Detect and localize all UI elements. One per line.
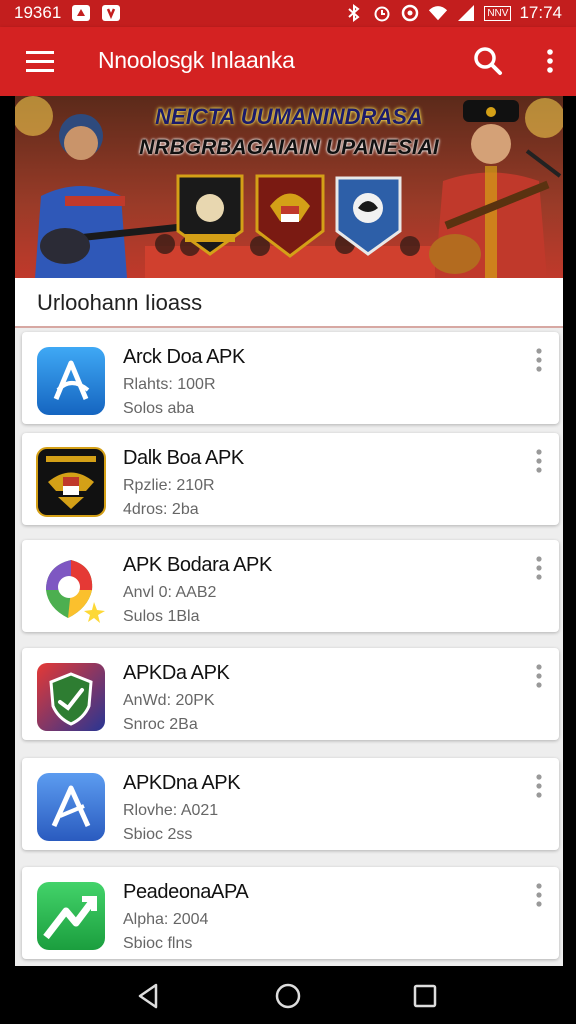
app-size: Sulos 1Bla <box>123 608 200 625</box>
section-title: Urloohann Iioass <box>37 290 203 315</box>
app-meta: Rpzlie: 210R <box>123 477 215 494</box>
card-more-button[interactable] <box>531 552 547 584</box>
alarm-icon <box>372 3 392 23</box>
app-name: Arck Doa APK <box>123 346 245 368</box>
more-vert-icon <box>536 664 542 688</box>
recents-button[interactable] <box>407 978 443 1014</box>
more-vert-icon <box>536 883 542 907</box>
recents-square-icon <box>413 984 437 1008</box>
card-more-button[interactable] <box>531 770 547 802</box>
home-circle-icon <box>275 983 301 1009</box>
app-meta: Rlahts: 100R <box>123 376 216 393</box>
card-more-button[interactable] <box>531 879 547 911</box>
more-options-button[interactable] <box>542 43 558 79</box>
banner-title-line1: NEICTA UUMANINDRASA <box>155 104 423 129</box>
back-button[interactable] <box>130 978 166 1014</box>
blue-a-icon-2 <box>36 772 106 842</box>
app-title: Nnoolosgk Inlaanka <box>98 47 295 73</box>
notification-icon <box>71 3 91 23</box>
banner-title-line2: NRBGRBAGAIAIN UPANESIAI <box>139 136 439 159</box>
signal-icon <box>456 3 476 23</box>
status-bar: 19361 NNV 17:74 <box>0 0 576 27</box>
main-content: NEICTA UUMANINDRASA NRBGRBAGAIAIN UPANES… <box>15 96 563 966</box>
app-size: Sbioc flns <box>123 935 193 952</box>
app-meta: AnWd: 20PK <box>123 692 215 709</box>
status-time-right: 17:74 <box>519 3 562 22</box>
shield-notification-icon <box>101 3 121 23</box>
promo-banner[interactable]: NEICTA UUMANINDRASA NRBGRBAGAIAIN UPANES… <box>15 96 563 278</box>
app-name: Dalk Boa APK <box>123 447 244 469</box>
sync-icon <box>400 3 420 23</box>
menu-button[interactable] <box>22 47 58 77</box>
app-size: Solos aba <box>123 400 195 417</box>
card-more-button[interactable] <box>531 344 547 376</box>
search-icon <box>474 47 502 75</box>
home-button[interactable] <box>270 978 306 1014</box>
app-card[interactable]: APKDa APK AnWd: 20PK Snroc 2Ba <box>22 648 559 740</box>
card-more-button[interactable] <box>531 445 547 477</box>
more-vert-icon <box>547 49 553 73</box>
app-size: Sbioc 2ss <box>123 826 193 843</box>
wifi-icon <box>428 3 448 23</box>
more-vert-icon <box>536 449 542 473</box>
app-meta: Alpha: 2004 <box>123 911 209 928</box>
hamburger-menu-icon <box>26 51 54 72</box>
app-card[interactable]: Arck Doa APK Rlahts: 100R Solos aba <box>22 332 559 424</box>
status-time-left: 19361 <box>14 3 62 22</box>
green-arrow-icon <box>36 881 106 951</box>
colorful-pin-icon <box>36 554 106 624</box>
app-name: APK Bodara APK <box>123 554 272 576</box>
more-vert-icon <box>536 348 542 372</box>
app-bar: Nnoolosgk Inlaanka <box>0 27 576 96</box>
search-button[interactable] <box>470 43 506 79</box>
app-name: PeadeonaAPA <box>123 881 249 903</box>
battery-label: NNV <box>487 7 509 19</box>
blue-a-icon <box>36 346 106 416</box>
garuda-emblem-icon <box>36 447 106 517</box>
bluetooth-icon <box>344 3 364 23</box>
shield-check-icon <box>36 662 106 732</box>
card-more-button[interactable] <box>531 660 547 692</box>
navigation-bar <box>0 966 576 1024</box>
app-name: APKDna APK <box>123 772 241 794</box>
more-vert-icon <box>536 774 542 798</box>
app-meta: Rlovhe: A021 <box>123 802 219 819</box>
more-vert-icon <box>536 556 542 580</box>
app-name: APKDa APK <box>123 662 230 684</box>
back-triangle-icon <box>138 983 158 1009</box>
app-card[interactable]: APKDna APK Rlovhe: A021 Sbioc 2ss <box>22 758 559 850</box>
app-meta: Anvl 0: AAB2 <box>123 584 217 601</box>
app-size: 4dros: 2ba <box>123 501 199 518</box>
battery-indicator: NNV <box>484 5 512 21</box>
section-header: Urloohann Iioass <box>15 278 563 328</box>
app-size: Snroc 2Ba <box>123 716 198 733</box>
app-card[interactable]: Dalk Boa APK Rpzlie: 210R 4dros: 2ba <box>22 433 559 525</box>
app-card[interactable]: PeadeonaAPA Alpha: 2004 Sbioc flns <box>22 867 559 959</box>
app-card[interactable]: APK Bodara APK Anvl 0: AAB2 Sulos 1Bla <box>22 540 559 632</box>
